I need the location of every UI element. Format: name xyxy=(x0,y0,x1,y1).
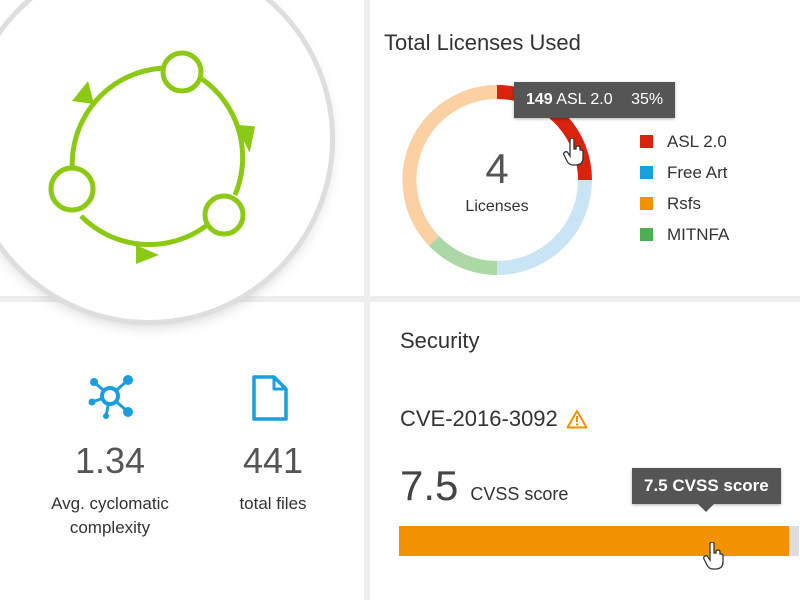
licenses-count-label: Licenses xyxy=(465,198,529,215)
licenses-legend: ASL 2.0 Free Art Rsfs MITNFA xyxy=(640,126,729,250)
tooltip-arrow xyxy=(698,504,715,512)
files-value: 441 xyxy=(242,440,304,481)
security-panel: Security CVE-2016-3092 7.5 CVSS score 7.… xyxy=(370,302,800,600)
cve-row[interactable]: CVE-2016-3092 xyxy=(400,406,588,432)
licenses-panel: Total Licenses Used 4 Licenses 149 ASL 2… xyxy=(370,0,800,296)
hand-cursor-icon xyxy=(563,138,584,166)
cvss-score-unit: CVSS score xyxy=(470,484,569,504)
cvss-tooltip-label: CVSS score xyxy=(672,476,769,495)
warning-icon xyxy=(566,410,588,429)
files-label: total files xyxy=(239,494,307,513)
metrics-panel: 1.34 Avg. cyclomatic complexity 441 tota… xyxy=(0,302,364,600)
cvss-score: 7.5 CVSS score xyxy=(400,462,568,510)
license-tooltip: 149 ASL 2.0 35% xyxy=(514,82,676,118)
cvss-score-bar-fill xyxy=(399,526,789,556)
cve-id: CVE-2016-3092 xyxy=(400,406,558,431)
legend-label: ASL 2.0 xyxy=(667,131,727,151)
tooltip-license-name: ASL 2.0 xyxy=(556,91,613,108)
cvss-score-bar[interactable] xyxy=(399,526,799,556)
complexity-label-line1: Avg. cyclomatic xyxy=(51,494,169,513)
legend-swatch xyxy=(640,166,653,179)
legend-swatch xyxy=(640,197,653,210)
legend-label: Free Art xyxy=(667,162,728,182)
tooltip-count: 149 xyxy=(526,91,553,108)
legend-item-asl[interactable]: ASL 2.0 xyxy=(640,126,729,157)
legend-swatch xyxy=(640,228,653,241)
security-title: Security xyxy=(400,328,480,353)
complexity-value: 1.34 xyxy=(74,440,146,481)
hand-cursor-icon xyxy=(703,542,724,570)
licenses-title: Total Licenses Used xyxy=(384,30,581,55)
donut-segment-free-art[interactable] xyxy=(496,179,592,275)
file-icon xyxy=(252,375,288,421)
cycle-icon xyxy=(48,50,256,264)
legend-label: Rsfs xyxy=(667,193,701,213)
legend-item-rsfs[interactable]: Rsfs xyxy=(640,188,729,219)
cvss-tooltip-value: 7.5 xyxy=(644,476,668,495)
complexity-label-line2: complexity xyxy=(69,518,151,537)
legend-item-free-art[interactable]: Free Art xyxy=(640,157,729,188)
legend-item-mitnfa[interactable]: MITNFA xyxy=(640,219,729,250)
network-icon xyxy=(88,375,133,419)
donut-segment-mitnfa[interactable] xyxy=(428,235,498,275)
tooltip-percent: 35% xyxy=(631,91,664,108)
legend-label: MITNFA xyxy=(667,224,730,244)
legend-swatch xyxy=(640,135,653,148)
magnifier-lens xyxy=(0,0,330,320)
cvss-score-value: 7.5 xyxy=(400,462,459,509)
cvss-tooltip: 7.5 CVSS score xyxy=(632,468,781,512)
complexity-label: Avg. cyclomatic complexity xyxy=(20,492,200,540)
